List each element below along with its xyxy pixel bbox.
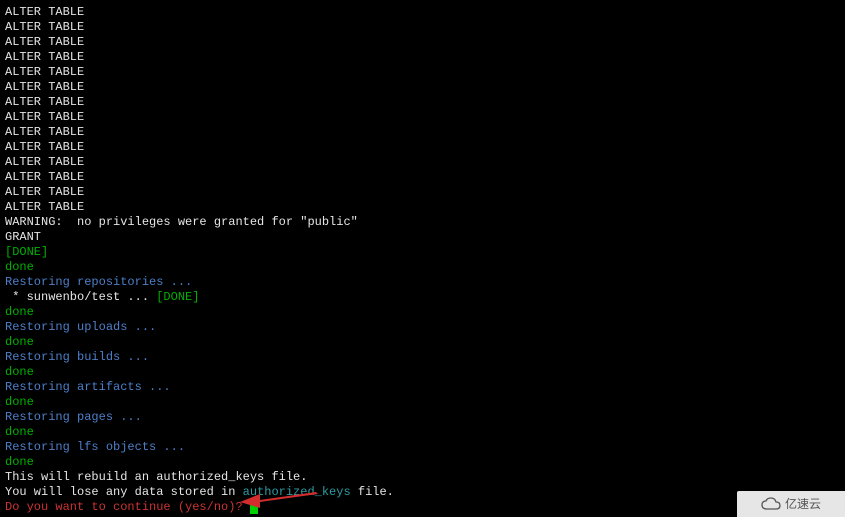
terminal-line: * sunwenbo/test ... [DONE] bbox=[5, 290, 840, 305]
terminal-line: ALTER TABLE bbox=[5, 140, 840, 155]
terminal-line: done bbox=[5, 365, 840, 380]
terminal-line: done bbox=[5, 335, 840, 350]
terminal-line: You will lose any data stored in authori… bbox=[5, 485, 840, 500]
terminal-line: ALTER TABLE bbox=[5, 125, 840, 140]
terminal-line: ALTER TABLE bbox=[5, 80, 840, 95]
terminal-line: ALTER TABLE bbox=[5, 50, 840, 65]
terminal-line: ALTER TABLE bbox=[5, 5, 840, 20]
terminal-line: ALTER TABLE bbox=[5, 155, 840, 170]
terminal-line: WARNING: no privileges were granted for … bbox=[5, 215, 840, 230]
terminal-line: GRANT bbox=[5, 230, 840, 245]
watermark-badge: 亿速云 bbox=[737, 491, 845, 517]
terminal-line: done bbox=[5, 425, 840, 440]
terminal-line: ALTER TABLE bbox=[5, 185, 840, 200]
terminal-output: ALTER TABLEALTER TABLEALTER TABLEALTER T… bbox=[5, 5, 840, 515]
terminal-line: Restoring pages ... bbox=[5, 410, 840, 425]
terminal-line: Restoring builds ... bbox=[5, 350, 840, 365]
terminal-line: ALTER TABLE bbox=[5, 35, 840, 50]
confirm-prompt[interactable]: Do you want to continue (yes/no)? bbox=[5, 500, 840, 515]
terminal-line: ALTER TABLE bbox=[5, 170, 840, 185]
terminal-line: ALTER TABLE bbox=[5, 65, 840, 80]
cloud-icon bbox=[761, 497, 781, 511]
terminal-cursor bbox=[250, 500, 258, 514]
terminal-line: ALTER TABLE bbox=[5, 110, 840, 125]
terminal-line: ALTER TABLE bbox=[5, 20, 840, 35]
terminal-line: done bbox=[5, 455, 840, 470]
terminal-line: done bbox=[5, 305, 840, 320]
terminal-line: ALTER TABLE bbox=[5, 200, 840, 215]
terminal-line: done bbox=[5, 260, 840, 275]
terminal-line: Restoring lfs objects ... bbox=[5, 440, 840, 455]
terminal-line: ALTER TABLE bbox=[5, 95, 840, 110]
terminal-line: Restoring uploads ... bbox=[5, 320, 840, 335]
watermark-text: 亿速云 bbox=[785, 497, 821, 512]
terminal-line: This will rebuild an authorized_keys fil… bbox=[5, 470, 840, 485]
terminal-line: done bbox=[5, 395, 840, 410]
terminal-line: Restoring repositories ... bbox=[5, 275, 840, 290]
terminal-line: [DONE] bbox=[5, 245, 840, 260]
terminal-line: Restoring artifacts ... bbox=[5, 380, 840, 395]
